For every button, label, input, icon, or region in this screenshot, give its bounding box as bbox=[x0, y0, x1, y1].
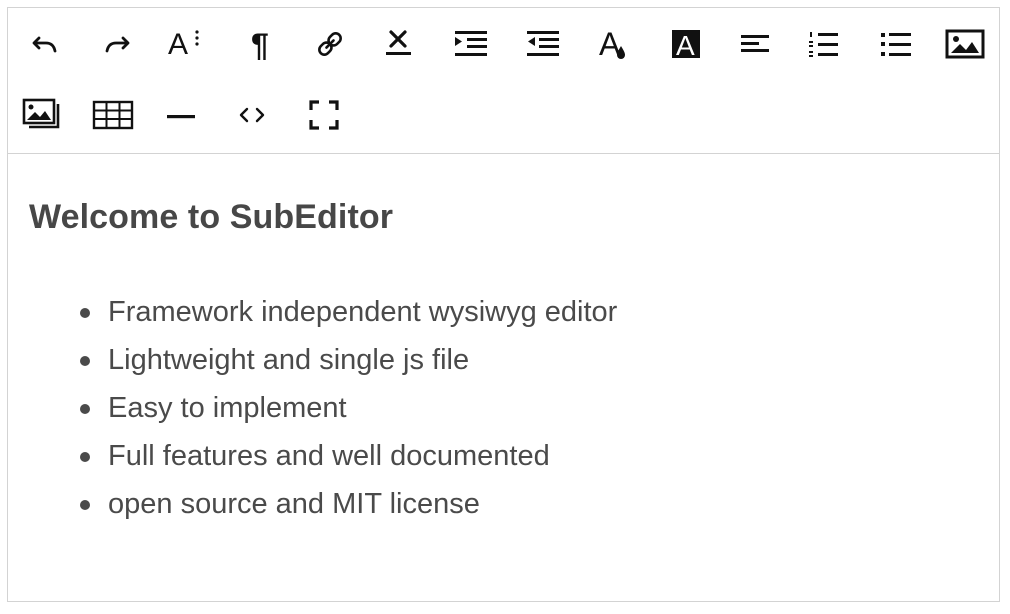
remove-format-button[interactable] bbox=[374, 19, 424, 69]
fullscreen-button[interactable] bbox=[299, 90, 349, 140]
list-item-text: Easy to implement bbox=[108, 392, 347, 424]
font-size-button[interactable]: A bbox=[160, 17, 210, 67]
text-color-icon: A bbox=[599, 26, 625, 61]
insert-image-button[interactable] bbox=[940, 19, 990, 69]
bullet-icon bbox=[80, 404, 90, 414]
fullscreen-icon bbox=[309, 100, 339, 130]
outdent-button[interactable] bbox=[518, 19, 568, 69]
text-color-button[interactable]: A bbox=[589, 18, 639, 68]
background-color-button[interactable]: A bbox=[661, 19, 711, 69]
outdent-icon bbox=[527, 31, 559, 56]
list-item-text: Lightweight and single js file bbox=[108, 344, 470, 376]
pilcrow-glyph: ¶ bbox=[251, 27, 269, 61]
paragraph-button[interactable]: ¶ bbox=[237, 19, 287, 69]
code-icon bbox=[239, 107, 265, 123]
link-icon bbox=[318, 32, 342, 56]
list-item: Full features and well documented bbox=[80, 432, 617, 480]
font-size-icon: A bbox=[168, 28, 199, 59]
bullet-icon bbox=[80, 308, 90, 318]
list-item: Framework independent wysiwyg editor bbox=[80, 288, 618, 336]
table-button[interactable] bbox=[88, 90, 138, 140]
list-item: open source and MIT license bbox=[80, 480, 617, 528]
image-icon bbox=[945, 29, 985, 59]
undo-icon bbox=[32, 36, 57, 53]
ordered-list-icon bbox=[809, 32, 838, 57]
redo-icon bbox=[105, 36, 130, 53]
gallery-button[interactable] bbox=[17, 90, 67, 140]
font-size-glyph: A bbox=[168, 28, 188, 59]
table-icon bbox=[92, 100, 134, 130]
toolbar: A ¶ A A bbox=[8, 8, 999, 154]
bullet-icon bbox=[80, 500, 90, 510]
remove-format-icon bbox=[386, 30, 411, 55]
list-item: Easy to implement bbox=[80, 384, 617, 432]
horizontal-rule-icon bbox=[167, 115, 195, 119]
pilcrow-icon: ¶ bbox=[251, 27, 269, 61]
feature-list: Framework independent wysiwyg editor Lig… bbox=[80, 288, 618, 528]
content-heading: Welcome to SubEditor bbox=[29, 198, 394, 236]
editor: A ¶ A A Welcome to SubEditor Framework i… bbox=[7, 7, 1000, 602]
ordered-list-button[interactable] bbox=[800, 19, 850, 69]
horizontal-rule-button[interactable] bbox=[156, 90, 206, 140]
list-item-text: Framework independent wysiwyg editor bbox=[108, 296, 618, 328]
editor-content[interactable]: Welcome to SubEditor Framework independe… bbox=[8, 154, 999, 601]
background-color-icon: A bbox=[672, 30, 700, 60]
source-code-button[interactable] bbox=[227, 90, 277, 140]
align-left-icon bbox=[741, 35, 769, 52]
list-item-text: Full features and well documented bbox=[108, 440, 550, 472]
align-button[interactable] bbox=[730, 19, 780, 69]
background-color-glyph: A bbox=[676, 30, 695, 60]
bullet-icon bbox=[80, 356, 90, 366]
indent-button[interactable] bbox=[446, 19, 496, 69]
gallery-icon bbox=[22, 98, 60, 129]
list-item: Lightweight and single js file bbox=[80, 336, 617, 384]
bullet-icon bbox=[80, 452, 90, 462]
redo-button[interactable] bbox=[92, 19, 142, 69]
list-item-text: open source and MIT license bbox=[108, 488, 480, 520]
unordered-list-button[interactable] bbox=[871, 19, 921, 69]
unordered-list-icon bbox=[881, 33, 911, 56]
indent-icon bbox=[455, 31, 487, 56]
undo-button[interactable] bbox=[20, 19, 70, 69]
link-button[interactable] bbox=[305, 19, 355, 69]
